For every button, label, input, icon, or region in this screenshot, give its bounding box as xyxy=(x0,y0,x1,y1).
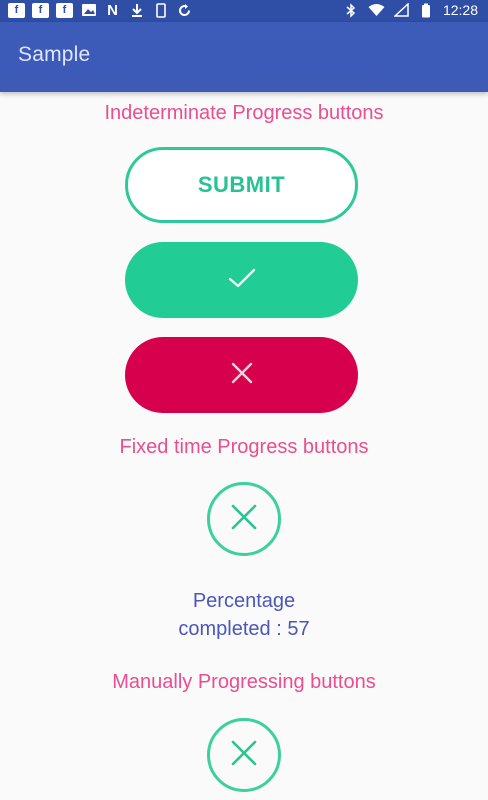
fixed-time-section-title: Fixed time Progress buttons xyxy=(119,436,369,458)
close-icon xyxy=(229,502,259,537)
system-icons: 12:28 xyxy=(343,1,478,18)
indeterminate-section-title: Indeterminate Progress buttons xyxy=(104,102,384,124)
wifi-icon xyxy=(368,3,385,18)
notification-icons: f f f N xyxy=(8,3,193,18)
signal-icon xyxy=(393,1,410,18)
check-icon xyxy=(227,266,257,295)
bluetooth-icon xyxy=(343,2,360,18)
percentage-value: completed : 57 xyxy=(178,618,310,640)
facebook-icon: f xyxy=(56,3,73,18)
download-icon xyxy=(128,3,145,18)
manual-progress-button[interactable] xyxy=(207,718,281,792)
success-progress-button[interactable] xyxy=(125,242,358,318)
submit-button-label: SUBMIT xyxy=(197,172,286,197)
status-bar: f f f N 12:28 xyxy=(0,0,488,22)
percentage-completed-text: Percentage completed : 57 xyxy=(0,587,488,643)
sync-icon xyxy=(176,3,193,18)
phone-icon xyxy=(152,3,169,18)
app-bar: Sample xyxy=(0,22,488,92)
status-time: 12:28 xyxy=(442,2,478,18)
n-icon: N xyxy=(107,2,118,19)
submit-button[interactable]: SUBMIT xyxy=(125,147,358,223)
fixed-time-progress-button[interactable] xyxy=(207,482,281,556)
error-progress-button[interactable] xyxy=(125,337,358,413)
facebook-icon: f xyxy=(8,3,25,18)
battery-icon xyxy=(418,3,435,18)
percentage-label: Percentage xyxy=(192,590,296,612)
facebook-icon: f xyxy=(32,3,49,18)
close-icon xyxy=(229,738,259,773)
manual-section-title: Manually Progressing buttons xyxy=(112,671,376,693)
image-icon xyxy=(80,3,97,18)
screen: f f f N 12:28 Sample Indeterminate Progr… xyxy=(0,0,488,800)
close-icon xyxy=(230,361,254,390)
app-title: Sample xyxy=(18,43,91,66)
